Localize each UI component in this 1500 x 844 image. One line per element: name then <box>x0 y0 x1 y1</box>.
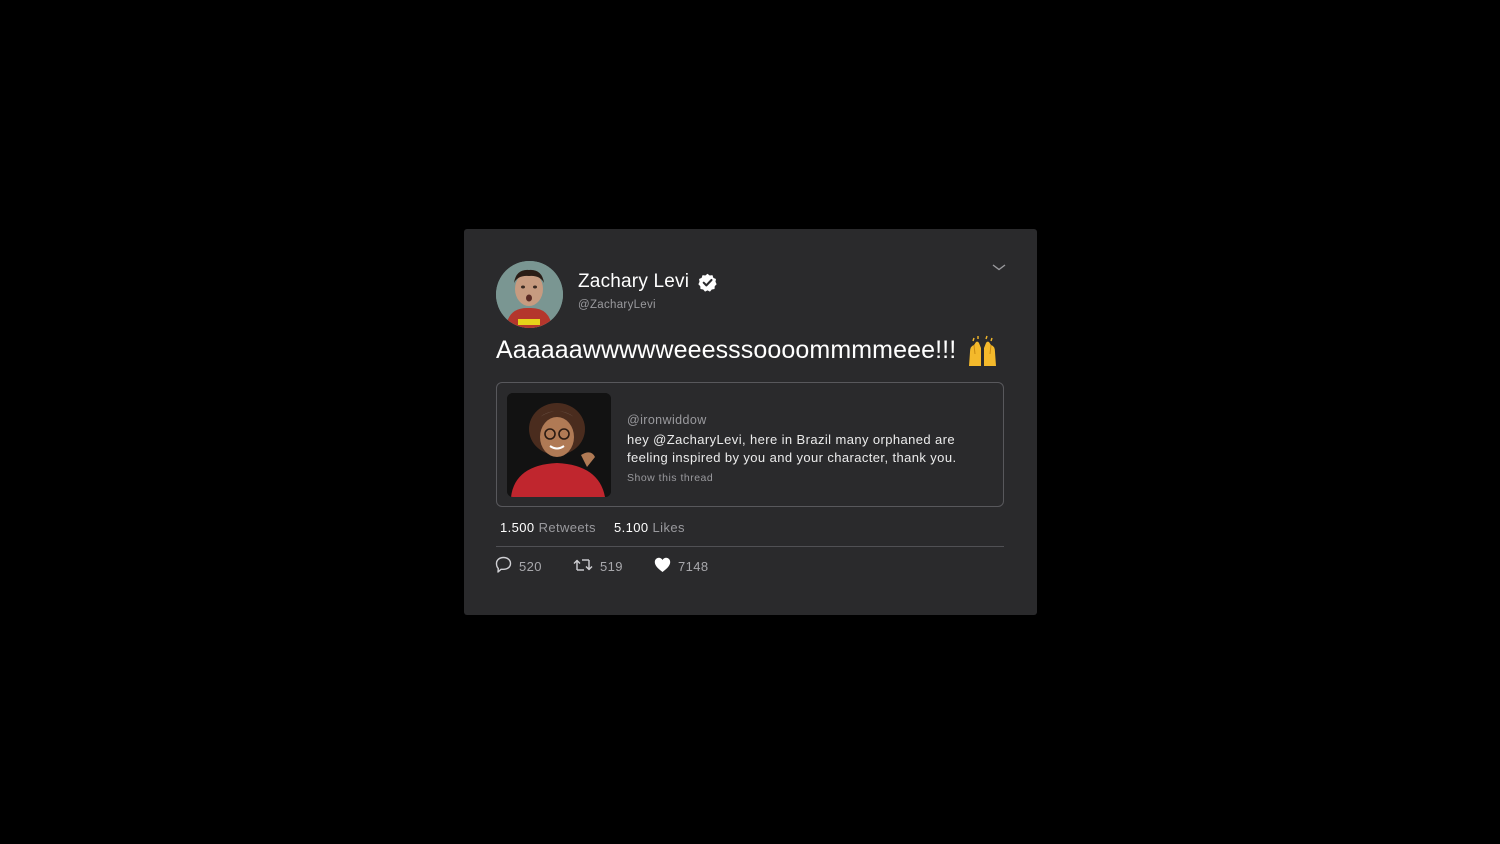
likes-label[interactable]: Likes <box>653 520 685 535</box>
retweet-icon <box>573 557 600 576</box>
verified-badge-icon <box>698 273 717 292</box>
author-name[interactable]: Zachary Levi <box>578 271 689 293</box>
tweet-card: Zachary Levi @ZacharyLevi Aaaaaawwwwweee… <box>464 229 1037 615</box>
retweet-count: 519 <box>600 558 623 574</box>
tweet-text: Aaaaaawwwwweeesssoooommmmeee!!! <box>496 336 957 364</box>
show-thread-link[interactable]: Show this thread <box>627 472 713 484</box>
divider <box>496 546 1004 547</box>
raising-hands-emoji <box>966 334 999 367</box>
retweets-count: 1.500 <box>500 520 535 535</box>
tweet-actions: 520 519 7148 <box>495 556 709 576</box>
quoted-tweet-image <box>507 393 611 497</box>
chevron-down-icon[interactable] <box>992 259 1006 271</box>
author-name-row: Zachary Levi <box>578 271 717 293</box>
retweets-label[interactable]: Retweets <box>539 520 596 535</box>
reply-count: 520 <box>519 558 542 574</box>
author-handle[interactable]: @ZacharyLevi <box>578 299 656 311</box>
heart-icon <box>654 557 678 576</box>
quoted-tweet-text: hey @ZacharyLevi, here in Brazil many or… <box>627 432 957 465</box>
retweet-button[interactable]: 519 <box>573 557 654 576</box>
likes-count: 5.100 <box>613 520 649 535</box>
quoted-tweet[interactable]: @ironwiddow hey @ZacharyLevi, here in Br… <box>496 382 1004 507</box>
like-count: 7148 <box>678 558 709 574</box>
like-button[interactable]: 7148 <box>654 557 709 576</box>
quoted-tweet-handle[interactable]: @ironwiddow <box>627 413 707 427</box>
reply-button[interactable]: 520 <box>495 556 573 576</box>
reply-icon <box>495 556 519 576</box>
author-avatar[interactable] <box>496 261 563 328</box>
tweet-stats: 1.500 Retweets 5.100 Likes <box>500 520 685 535</box>
